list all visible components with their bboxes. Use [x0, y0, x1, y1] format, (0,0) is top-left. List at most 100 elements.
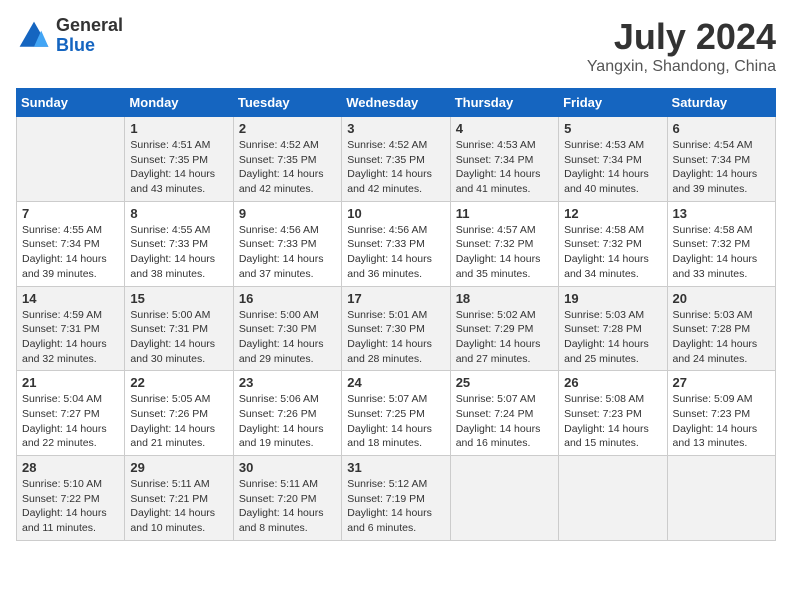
- day-number: 3: [347, 121, 444, 136]
- calendar-title: July 2024: [587, 16, 776, 58]
- day-number: 30: [239, 460, 336, 475]
- day-number: 10: [347, 206, 444, 221]
- cell-details: Sunrise: 5:10 AMSunset: 7:22 PMDaylight:…: [22, 477, 119, 536]
- calendar-week-row: 7Sunrise: 4:55 AMSunset: 7:34 PMDaylight…: [17, 201, 776, 286]
- day-number: 26: [564, 375, 661, 390]
- day-number: 21: [22, 375, 119, 390]
- cell-details: Sunrise: 4:56 AMSunset: 7:33 PMDaylight:…: [239, 223, 336, 282]
- calendar-cell: 9 Sunrise: 4:56 AMSunset: 7:33 PMDaylight…: [233, 201, 341, 286]
- calendar-cell: 27Sunrise: 5:09 AMSunset: 7:23 PMDayligh…: [667, 371, 775, 456]
- day-number: 9: [239, 206, 336, 221]
- day-number: 25: [456, 375, 553, 390]
- day-number: 23: [239, 375, 336, 390]
- calendar-cell: 28 Sunrise: 5:10 AMSunset: 7:22 PMDayligh…: [17, 456, 125, 541]
- calendar-cell: 21Sunrise: 5:04 AMSunset: 7:27 PMDayligh…: [17, 371, 125, 456]
- cell-details: Sunrise: 4:58 AMSunset: 7:32 PMDaylight:…: [564, 223, 661, 282]
- day-number: 14: [22, 291, 119, 306]
- day-number: 20: [673, 291, 770, 306]
- cell-details: Sunrise: 5:07 AMSunset: 7:25 PMDaylight:…: [347, 392, 444, 451]
- cell-details: Sunrise: 4:57 AMSunset: 7:32 PMDaylight:…: [456, 223, 553, 282]
- cell-details: Sunrise: 4:59 AMSunset: 7:31 PMDaylight:…: [22, 308, 119, 367]
- cell-details: Sunrise: 5:06 AMSunset: 7:26 PMDaylight:…: [239, 392, 336, 451]
- calendar-cell: 17 Sunrise: 5:01 AMSunset: 7:30 PMDayligh…: [342, 286, 450, 371]
- calendar-cell: 5 Sunrise: 4:53 AMSunset: 7:34 PMDaylight…: [559, 117, 667, 202]
- cell-details: Sunrise: 5:03 AMSunset: 7:28 PMDaylight:…: [673, 308, 770, 367]
- day-number: 12: [564, 206, 661, 221]
- day-number: 6: [673, 121, 770, 136]
- logo-general-text: General: [56, 16, 123, 36]
- calendar-cell: 3 Sunrise: 4:52 AMSunset: 7:35 PMDaylight…: [342, 117, 450, 202]
- day-number: 31: [347, 460, 444, 475]
- day-number: 4: [456, 121, 553, 136]
- calendar-week-row: 14 Sunrise: 4:59 AMSunset: 7:31 PMDayligh…: [17, 286, 776, 371]
- calendar-cell: 8 Sunrise: 4:55 AMSunset: 7:33 PMDaylight…: [125, 201, 233, 286]
- cell-details: Sunrise: 5:02 AMSunset: 7:29 PMDaylight:…: [456, 308, 553, 367]
- cell-details: Sunrise: 5:01 AMSunset: 7:30 PMDaylight:…: [347, 308, 444, 367]
- day-number: 1: [130, 121, 227, 136]
- cell-details: Sunrise: 4:55 AMSunset: 7:34 PMDaylight:…: [22, 223, 119, 282]
- calendar-header: SundayMondayTuesdayWednesdayThursdayFrid…: [17, 89, 776, 117]
- calendar-cell: [559, 456, 667, 541]
- cell-details: Sunrise: 4:58 AMSunset: 7:32 PMDaylight:…: [673, 223, 770, 282]
- calendar-cell: 26 Sunrise: 5:08 AMSunset: 7:23 PMDayligh…: [559, 371, 667, 456]
- cell-details: Sunrise: 4:54 AMSunset: 7:34 PMDaylight:…: [673, 138, 770, 197]
- day-number: 2: [239, 121, 336, 136]
- calendar-cell: 20 Sunrise: 5:03 AMSunset: 7:28 PMDayligh…: [667, 286, 775, 371]
- calendar-cell: 18 Sunrise: 5:02 AMSunset: 7:29 PMDayligh…: [450, 286, 558, 371]
- calendar-cell: [667, 456, 775, 541]
- day-number: 29: [130, 460, 227, 475]
- cell-details: Sunrise: 4:52 AMSunset: 7:35 PMDaylight:…: [347, 138, 444, 197]
- day-number: 15: [130, 291, 227, 306]
- day-of-week-saturday: Saturday: [667, 89, 775, 117]
- calendar-cell: 22 Sunrise: 5:05 AMSunset: 7:26 PMDayligh…: [125, 371, 233, 456]
- cell-details: Sunrise: 5:11 AMSunset: 7:20 PMDaylight:…: [239, 477, 336, 536]
- cell-details: Sunrise: 5:09 AMSunset: 7:23 PMDaylight:…: [673, 392, 770, 451]
- day-number: 18: [456, 291, 553, 306]
- calendar-cell: 31Sunrise: 5:12 AMSunset: 7:19 PMDayligh…: [342, 456, 450, 541]
- calendar-cell: 24 Sunrise: 5:07 AMSunset: 7:25 PMDayligh…: [342, 371, 450, 456]
- cell-details: Sunrise: 4:51 AMSunset: 7:35 PMDaylight:…: [130, 138, 227, 197]
- logo-icon: [16, 18, 52, 54]
- cell-details: Sunrise: 4:56 AMSunset: 7:33 PMDaylight:…: [347, 223, 444, 282]
- day-number: 8: [130, 206, 227, 221]
- cell-details: Sunrise: 5:03 AMSunset: 7:28 PMDaylight:…: [564, 308, 661, 367]
- calendar-location: Yangxin, Shandong, China: [587, 58, 776, 76]
- cell-details: Sunrise: 5:08 AMSunset: 7:23 PMDaylight:…: [564, 392, 661, 451]
- day-number: 16: [239, 291, 336, 306]
- calendar-cell: 11 Sunrise: 4:57 AMSunset: 7:32 PMDayligh…: [450, 201, 558, 286]
- cell-details: Sunrise: 4:53 AMSunset: 7:34 PMDaylight:…: [564, 138, 661, 197]
- calendar-cell: 6 Sunrise: 4:54 AMSunset: 7:34 PMDaylight…: [667, 117, 775, 202]
- title-block: July 2024 Yangxin, Shandong, China: [587, 16, 776, 76]
- calendar-week-row: 21Sunrise: 5:04 AMSunset: 7:27 PMDayligh…: [17, 371, 776, 456]
- cell-details: Sunrise: 4:52 AMSunset: 7:35 PMDaylight:…: [239, 138, 336, 197]
- day-number: 17: [347, 291, 444, 306]
- day-header-row: SundayMondayTuesdayWednesdayThursdayFrid…: [17, 89, 776, 117]
- day-number: 24: [347, 375, 444, 390]
- calendar-cell: [450, 456, 558, 541]
- day-of-week-sunday: Sunday: [17, 89, 125, 117]
- cell-details: Sunrise: 5:00 AMSunset: 7:30 PMDaylight:…: [239, 308, 336, 367]
- calendar-cell: 1 Sunrise: 4:51 AMSunset: 7:35 PMDaylight…: [125, 117, 233, 202]
- cell-details: Sunrise: 5:11 AMSunset: 7:21 PMDaylight:…: [130, 477, 227, 536]
- day-number: 28: [22, 460, 119, 475]
- calendar-cell: 14 Sunrise: 4:59 AMSunset: 7:31 PMDayligh…: [17, 286, 125, 371]
- calendar-cell: 2 Sunrise: 4:52 AMSunset: 7:35 PMDaylight…: [233, 117, 341, 202]
- cell-details: Sunrise: 5:07 AMSunset: 7:24 PMDaylight:…: [456, 392, 553, 451]
- cell-details: Sunrise: 4:55 AMSunset: 7:33 PMDaylight:…: [130, 223, 227, 282]
- cell-details: Sunrise: 5:00 AMSunset: 7:31 PMDaylight:…: [130, 308, 227, 367]
- logo[interactable]: General Blue: [16, 16, 123, 56]
- page-header: General Blue July 2024 Yangxin, Shandong…: [16, 16, 776, 76]
- cell-details: Sunrise: 5:05 AMSunset: 7:26 PMDaylight:…: [130, 392, 227, 451]
- calendar-cell: 12 Sunrise: 4:58 AMSunset: 7:32 PMDayligh…: [559, 201, 667, 286]
- cell-details: Sunrise: 4:53 AMSunset: 7:34 PMDaylight:…: [456, 138, 553, 197]
- day-number: 5: [564, 121, 661, 136]
- calendar-cell: 16 Sunrise: 5:00 AMSunset: 7:30 PMDayligh…: [233, 286, 341, 371]
- calendar-cell: 19 Sunrise: 5:03 AMSunset: 7:28 PMDayligh…: [559, 286, 667, 371]
- logo-blue-text: Blue: [56, 36, 123, 56]
- day-number: 11: [456, 206, 553, 221]
- day-of-week-monday: Monday: [125, 89, 233, 117]
- day-number: 19: [564, 291, 661, 306]
- day-number: 22: [130, 375, 227, 390]
- day-of-week-tuesday: Tuesday: [233, 89, 341, 117]
- calendar-table: SundayMondayTuesdayWednesdayThursdayFrid…: [16, 88, 776, 541]
